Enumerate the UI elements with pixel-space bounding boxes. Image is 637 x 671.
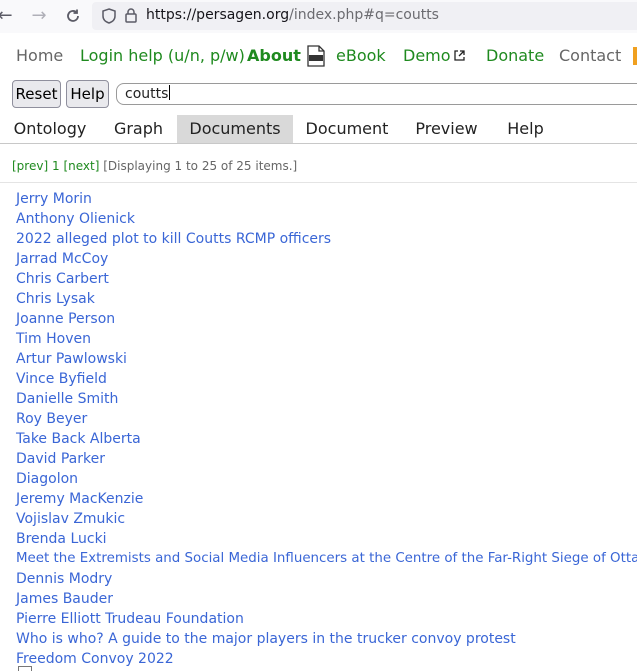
menu-demo-label: Demo bbox=[403, 46, 451, 65]
result-list: Jerry Morin Anthony Olienick 2022 allege… bbox=[16, 189, 637, 669]
result-link[interactable]: Tim Hoven bbox=[16, 329, 637, 349]
menu-contact[interactable]: Contact bbox=[559, 46, 621, 65]
search-input[interactable]: coutts bbox=[116, 83, 637, 105]
menu-overflow-edge bbox=[633, 47, 637, 65]
result-link[interactable]: Pierre Elliott Trudeau Foundation bbox=[16, 609, 637, 629]
url-host: https://persagen.org bbox=[146, 7, 290, 23]
tab-document[interactable]: Document bbox=[293, 115, 401, 143]
result-link[interactable]: Artur Pawlowski bbox=[16, 349, 637, 369]
result-link[interactable]: Who is who? A guide to the major players… bbox=[16, 629, 637, 649]
document-icon bbox=[18, 666, 32, 671]
shield-icon[interactable] bbox=[102, 8, 116, 24]
url-text[interactable]: https://persagen.org/index.php#q=coutts bbox=[146, 7, 439, 23]
result-link[interactable]: Joanne Person bbox=[16, 309, 637, 329]
tab-preview[interactable]: Preview bbox=[401, 115, 492, 143]
result-link[interactable]: 2022 alleged plot to kill Coutts RCMP of… bbox=[16, 229, 637, 249]
pager-status: [Displaying 1 to 25 of 25 items.] bbox=[103, 159, 298, 173]
result-link[interactable]: Danielle Smith bbox=[16, 389, 637, 409]
result-link[interactable]: Anthony Olienick bbox=[16, 209, 637, 229]
result-link[interactable]: David Parker bbox=[16, 449, 637, 469]
result-link[interactable]: Vojislav Zmukic bbox=[16, 509, 637, 529]
menu-home[interactable]: Home bbox=[16, 46, 63, 65]
result-link[interactable]: Jarrad McCoy bbox=[16, 249, 637, 269]
menu-demo[interactable]: Demo bbox=[403, 46, 465, 65]
tab-help[interactable]: Help bbox=[492, 115, 559, 143]
tab-bar: Ontology Graph Documents Document Previe… bbox=[0, 115, 637, 144]
tab-graph[interactable]: Graph bbox=[100, 115, 177, 143]
pdf-icon[interactable] bbox=[306, 45, 326, 67]
pager-page-number[interactable]: 1 bbox=[52, 159, 60, 173]
result-link[interactable]: Take Back Alberta bbox=[16, 429, 637, 449]
pager-prev-link[interactable]: [prev] bbox=[12, 159, 48, 173]
address-bar[interactable]: https://persagen.org/index.php#q=coutts bbox=[92, 2, 637, 30]
pager-next-link[interactable]: [next] bbox=[63, 159, 99, 173]
result-link[interactable]: Brenda Lucki bbox=[16, 529, 637, 549]
result-link[interactable]: Jeremy MacKenzie bbox=[16, 489, 637, 509]
lock-icon[interactable] bbox=[124, 7, 138, 24]
result-link[interactable]: Chris Lysak bbox=[16, 289, 637, 309]
search-query-text: coutts bbox=[125, 86, 169, 102]
result-link[interactable]: Freedom Convoy 2022 bbox=[16, 649, 637, 669]
text-caret bbox=[169, 85, 171, 100]
result-link[interactable]: James Bauder bbox=[16, 589, 637, 609]
tab-ontology[interactable]: Ontology bbox=[0, 115, 100, 143]
result-link[interactable]: Dennis Modry bbox=[16, 569, 637, 589]
result-link[interactable]: Vince Byfield bbox=[16, 369, 637, 389]
result-link[interactable]: Roy Beyer bbox=[16, 409, 637, 429]
menu-login-help[interactable]: Login help (u/n, p/w) bbox=[80, 46, 245, 65]
reload-icon[interactable] bbox=[62, 5, 84, 27]
external-link-icon bbox=[453, 50, 465, 61]
result-link[interactable]: Jerry Morin bbox=[16, 189, 637, 209]
result-link[interactable]: Chris Carbert bbox=[16, 269, 637, 289]
back-arrow-icon[interactable]: ← bbox=[0, 5, 16, 27]
menu-donate[interactable]: Donate bbox=[486, 46, 544, 65]
pager: [prev] 1 [next] [Displaying 1 to 25 of 2… bbox=[12, 159, 297, 173]
result-link[interactable]: Meet the Extremists and Social Media Inf… bbox=[16, 549, 637, 569]
menu-about[interactable]: About bbox=[247, 46, 301, 65]
tab-documents[interactable]: Documents bbox=[177, 115, 293, 143]
menu-ebook[interactable]: eBook bbox=[336, 46, 386, 65]
help-button[interactable]: Help bbox=[66, 80, 109, 108]
forward-arrow-icon[interactable]: → bbox=[28, 5, 50, 27]
result-link[interactable]: Diagolon bbox=[16, 469, 637, 489]
divider bbox=[0, 182, 637, 183]
reset-button[interactable]: Reset bbox=[12, 80, 61, 108]
browser-toolbar: ← → https://persagen.org/index.php#q=cou… bbox=[0, 0, 637, 33]
url-path: /index.php#q=coutts bbox=[289, 7, 439, 23]
